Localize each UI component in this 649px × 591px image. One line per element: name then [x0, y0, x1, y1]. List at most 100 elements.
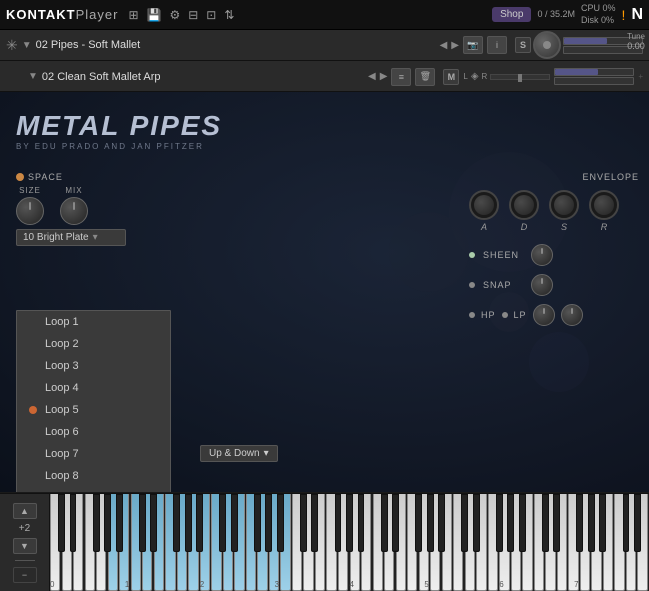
black-key-42[interactable]: [542, 494, 549, 552]
plus-icon[interactable]: +: [638, 72, 643, 81]
minus-button[interactable]: −: [13, 567, 37, 583]
black-key-45[interactable]: [576, 494, 583, 552]
release-knob[interactable]: [589, 190, 619, 220]
black-key-1[interactable]: [70, 494, 77, 552]
camera-button[interactable]: 📷: [463, 36, 483, 54]
snowflake-icon[interactable]: ✳: [6, 37, 18, 54]
black-key-10[interactable]: [173, 494, 180, 552]
tune-knob[interactable]: [533, 31, 561, 59]
trash-button[interactable]: 🗑: [415, 68, 435, 86]
list-button[interactable]: ≡: [391, 68, 411, 86]
dropdown-item-3[interactable]: Loop 3: [17, 355, 170, 377]
black-key-12[interactable]: [196, 494, 203, 552]
octave-display: +2: [19, 523, 30, 534]
expand-icon-2[interactable]: ▼: [28, 71, 38, 82]
black-key-19[interactable]: [277, 494, 284, 552]
sync-icon[interactable]: ⇅: [224, 8, 234, 22]
prev-instrument-button[interactable]: ◀: [440, 40, 448, 51]
dropdown-item-5[interactable]: Loop 5: [17, 399, 170, 421]
black-key-21[interactable]: [300, 494, 307, 552]
black-key-35[interactable]: [461, 494, 468, 552]
black-key-25[interactable]: [346, 494, 353, 552]
settings-icon[interactable]: ⚙: [169, 8, 180, 22]
dropdown-item-6[interactable]: Loop 6: [17, 421, 170, 443]
midi-icon[interactable]: ⊡: [206, 8, 216, 22]
black-key-33[interactable]: [438, 494, 445, 552]
native-access-icon[interactable]: N: [631, 6, 643, 24]
dropdown-item-1[interactable]: Loop 1: [17, 311, 170, 333]
keyboard-number-6: 6: [499, 580, 503, 589]
hp-knob[interactable]: [533, 304, 555, 326]
reverb-dropdown[interactable]: 10 Bright Plate ▾: [16, 229, 126, 246]
hp-led[interactable]: [469, 312, 475, 318]
space-knobs: SIZE MIX: [16, 186, 196, 225]
volume-slider-2[interactable]: [554, 68, 634, 76]
black-key-32[interactable]: [427, 494, 434, 552]
top-bar: KONTAKTPlayer ⊞ 💾 ⚙ ⊟ ⊡ ⇅ Shop 0 / 35.2M…: [0, 0, 649, 30]
black-key-5[interactable]: [116, 494, 123, 552]
sheen-knob[interactable]: [531, 244, 553, 266]
black-key-22[interactable]: [311, 494, 318, 552]
rack-icon[interactable]: ⊟: [188, 8, 198, 22]
black-key-29[interactable]: [392, 494, 399, 552]
octave-up-button[interactable]: ▲: [13, 503, 37, 519]
space-dot[interactable]: [16, 173, 24, 181]
black-key-47[interactable]: [599, 494, 606, 552]
black-key-40[interactable]: [519, 494, 526, 552]
warning-icon[interactable]: !: [622, 7, 626, 23]
black-key-7[interactable]: [139, 494, 146, 552]
sustain-knob[interactable]: [549, 190, 579, 220]
m-button[interactable]: M: [443, 69, 459, 85]
black-key-46[interactable]: [588, 494, 595, 552]
lp-knob[interactable]: [561, 304, 583, 326]
black-key-28[interactable]: [381, 494, 388, 552]
collapse-icon[interactable]: ▼: [22, 40, 32, 51]
dropdown-item-4[interactable]: Loop 4: [17, 377, 170, 399]
black-key-43[interactable]: [553, 494, 560, 552]
next-instrument-2-button[interactable]: ▶: [380, 71, 388, 82]
octave-down-button[interactable]: ▼: [13, 538, 37, 554]
save-icon[interactable]: 💾: [147, 8, 162, 22]
dropdown-item-7[interactable]: Loop 7: [17, 443, 170, 465]
black-key-31[interactable]: [415, 494, 422, 552]
space-mix-knob[interactable]: [60, 197, 88, 225]
black-key-4[interactable]: [104, 494, 111, 552]
next-instrument-button[interactable]: ▶: [451, 40, 459, 51]
black-key-38[interactable]: [496, 494, 503, 552]
black-key-18[interactable]: [265, 494, 272, 552]
s-button[interactable]: S: [515, 37, 531, 53]
attack-knob[interactable]: [469, 190, 499, 220]
dropdown-item-label: Loop 7: [45, 448, 79, 460]
shop-button[interactable]: Shop: [492, 7, 531, 22]
black-key-24[interactable]: [335, 494, 342, 552]
black-key-3[interactable]: [93, 494, 100, 552]
pan-slider[interactable]: [490, 74, 550, 80]
slider-bottom[interactable]: [554, 77, 634, 85]
black-key-36[interactable]: [473, 494, 480, 552]
black-key-26[interactable]: [358, 494, 365, 552]
black-key-11[interactable]: [185, 494, 192, 552]
decay-knob[interactable]: [509, 190, 539, 220]
browse-icon[interactable]: ⊞: [128, 8, 138, 22]
dropdown-item-8[interactable]: Loop 8: [17, 465, 170, 487]
dropdown-item-9[interactable]: Loop 9: [17, 487, 170, 492]
black-key-17[interactable]: [254, 494, 261, 552]
lp-led[interactable]: [502, 312, 508, 318]
filter-section: HP LP: [469, 304, 639, 326]
black-key-50[interactable]: [634, 494, 641, 552]
black-key-15[interactable]: [231, 494, 238, 552]
dropdown-item-2[interactable]: Loop 2: [17, 333, 170, 355]
snap-led[interactable]: [469, 282, 475, 288]
space-size-knob[interactable]: [16, 197, 44, 225]
black-key-8[interactable]: [150, 494, 157, 552]
snap-knob[interactable]: [531, 274, 553, 296]
pattern-selector[interactable]: Up & Down ▾: [200, 445, 278, 462]
black-key-49[interactable]: [623, 494, 630, 552]
black-key-14[interactable]: [219, 494, 226, 552]
sheen-led[interactable]: [469, 252, 475, 258]
info-button[interactable]: i: [487, 36, 507, 54]
black-key-0[interactable]: [58, 494, 65, 552]
black-key-39[interactable]: [507, 494, 514, 552]
sustain-group: S: [549, 190, 579, 232]
prev-instrument-2-button[interactable]: ◀: [368, 71, 376, 82]
